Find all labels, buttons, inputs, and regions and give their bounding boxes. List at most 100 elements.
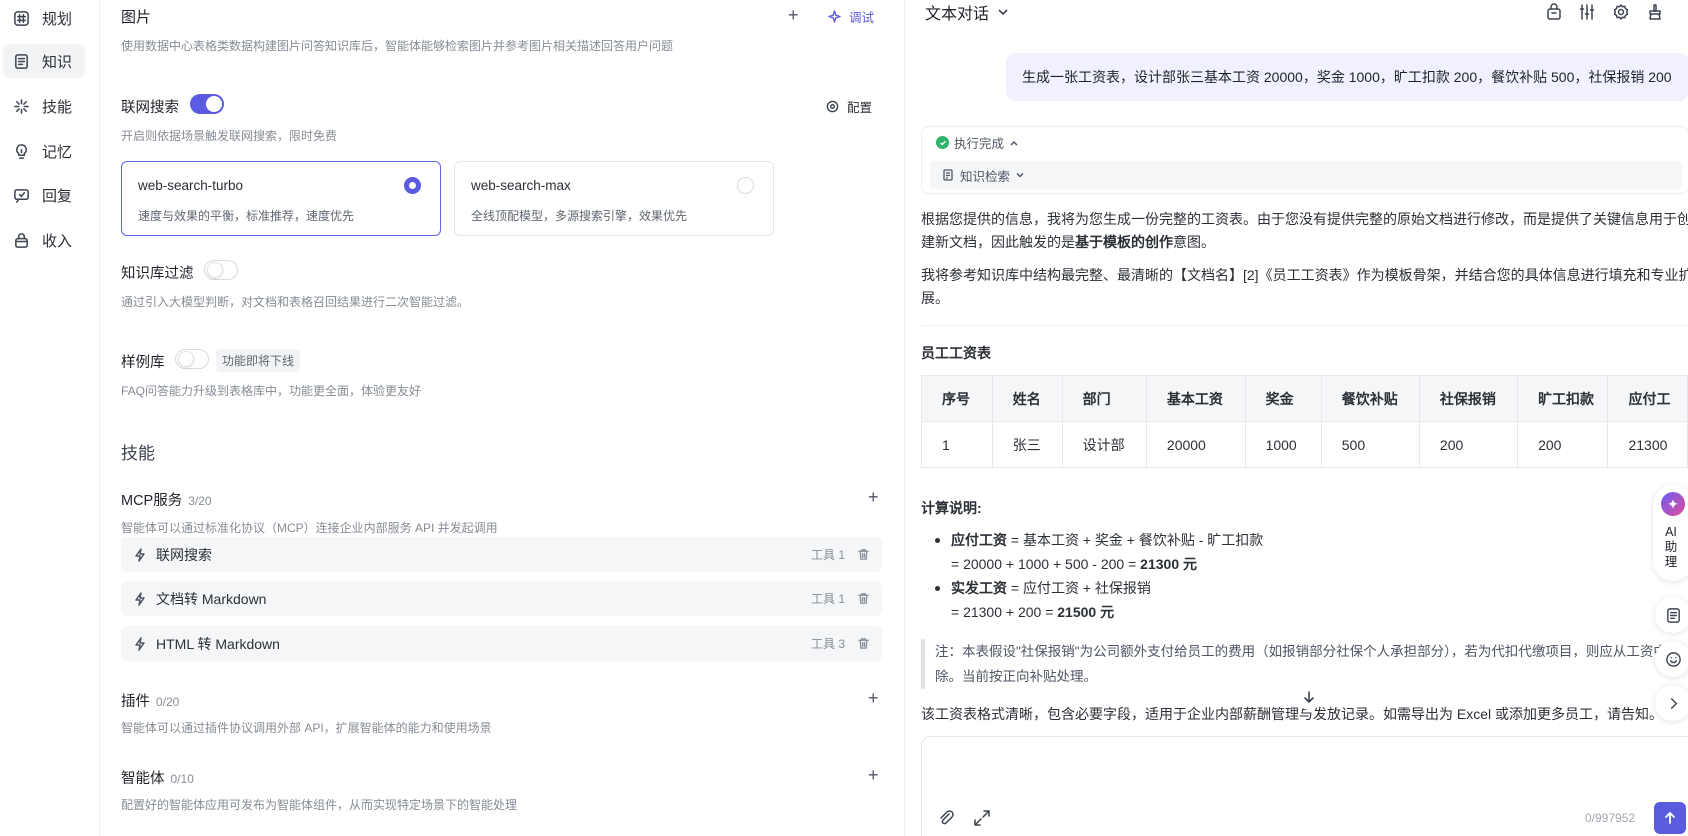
examples-toggle[interactable]: [175, 349, 209, 369]
plugins-count: 0/20: [156, 695, 180, 709]
calc-result: 21300 元: [1140, 556, 1197, 572]
knowledge-search-step[interactable]: 知识检索: [930, 161, 1682, 189]
table-title: 员工工资表: [921, 345, 991, 361]
table-header-cell: 旷工扣款: [1517, 375, 1609, 422]
add-mcp-button[interactable]: +: [868, 488, 879, 506]
expand-icon[interactable]: [973, 809, 991, 827]
list-item: 实发工资 = 应付工资 + 社保报销: [921, 576, 1263, 600]
mcp-tool-row[interactable]: 联网搜索 工具 1: [121, 537, 882, 572]
trash-icon[interactable]: [857, 592, 870, 605]
answer-bold-text: 基于模板的创作: [1075, 234, 1173, 250]
notes-tool-button[interactable]: [1655, 597, 1688, 633]
model-radio[interactable]: [404, 177, 421, 194]
table-cell: 200: [1418, 421, 1519, 468]
kb-filter-desc: 通过引入大模型判断，对文档和表格召回结果进行二次智能过滤。: [121, 295, 470, 309]
table-header-row: 序号 姓名 部门 基本工资 奖金 餐饮补贴 社保报销 旷工扣款 应付工: [921, 375, 1688, 422]
divider: [921, 325, 1688, 326]
knowledge-search-label: 知识检索: [960, 169, 1011, 184]
document-icon: [943, 169, 953, 181]
image-section-title: 图片: [121, 9, 152, 26]
mcp-tool-name: HTML 转 Markdown: [156, 635, 280, 652]
bolt-icon: [135, 636, 145, 651]
table-header-cell: 序号: [921, 375, 993, 422]
trash-icon[interactable]: [857, 637, 870, 650]
nav-item-income[interactable]: 收入: [3, 223, 85, 257]
nav-item-knowledge[interactable]: 知识: [3, 44, 85, 78]
smile-icon: [1665, 651, 1681, 667]
ai-assistant-button[interactable]: ✦ AI助理: [1653, 485, 1688, 581]
sliders-icon[interactable]: [1578, 3, 1596, 21]
add-image-button[interactable]: +: [788, 6, 799, 24]
kb-filter-toggle[interactable]: [204, 260, 238, 280]
mcp-title-text: MCP服务: [121, 493, 183, 509]
nav-item-label: 回复: [42, 187, 73, 205]
plugins-title: 插件 0/20: [121, 690, 179, 711]
list-item-sub: = 20000 + 1000 + 500 - 200 = 21300 元: [921, 552, 1263, 576]
web-search-config-button[interactable]: 配置: [826, 97, 872, 116]
hash-icon: [14, 10, 29, 26]
add-agent-button[interactable]: +: [868, 766, 879, 784]
add-plugin-button[interactable]: +: [868, 689, 879, 707]
chevron-down-icon: [998, 9, 1008, 16]
paperclip-icon[interactable]: [937, 809, 955, 827]
nav-item-memory[interactable]: 记忆: [3, 134, 85, 168]
char-counter: 0/997952: [1585, 811, 1636, 825]
table-cell: 200: [1517, 421, 1609, 468]
chat-mode-selector[interactable]: 文本对话: [925, 0, 1009, 24]
config-panel: [100, 0, 904, 836]
examples-desc: FAQ问答能力升级到表格库中，功能更全面，体验更友好: [121, 384, 422, 398]
table-cell: 21300: [1607, 421, 1688, 468]
nav-item-reply[interactable]: 回复: [3, 178, 85, 212]
collapse-tools-button[interactable]: [1655, 685, 1688, 721]
mcp-tool-name: 联网搜索: [156, 546, 212, 563]
sparkle-icon: [828, 10, 841, 23]
table-header-cell: 部门: [1061, 375, 1147, 422]
nav-item-label: 规划: [42, 10, 73, 28]
answer-text: 意图。: [1173, 234, 1215, 250]
model-card-web-search-max[interactable]: web-search-max 全线顶配模型，多源搜索引擎，效果优先: [454, 161, 774, 236]
table-cell: 张三: [991, 421, 1063, 468]
bolt-icon: [135, 591, 145, 606]
web-search-toggle[interactable]: [190, 94, 224, 114]
broom-icon[interactable]: [1646, 3, 1664, 21]
send-button[interactable]: [1654, 802, 1686, 834]
mcp-tool-row[interactable]: 文档转 Markdown 工具 1: [121, 581, 882, 616]
calc-expr: = 20000 + 1000 + 500 - 200 =: [951, 556, 1141, 572]
trash-icon[interactable]: [857, 548, 870, 561]
model-radio[interactable]: [737, 177, 754, 194]
mcp-count: 3/20: [188, 494, 212, 508]
nav-item-skills[interactable]: 技能: [3, 89, 85, 123]
gear-icon: [826, 100, 839, 113]
gear-icon[interactable]: [1612, 3, 1630, 21]
model-card-title: web-search-turbo: [138, 178, 244, 193]
note-blockquote: 注：本表假设"社保报销"为公司额外支付给员工的费用（如报销部分社保个人承担部分）…: [921, 639, 1688, 689]
chat-input[interactable]: 0/997952: [921, 736, 1688, 836]
model-card-web-search-turbo[interactable]: web-search-turbo 速度与效果的平衡，标准推荐，速度优先: [121, 161, 441, 236]
mcp-desc: 智能体可以通过标准化协议（MCP）连接企业内部服务 API 并发起调用: [121, 521, 498, 535]
kb-filter-title: 知识库过滤: [121, 266, 194, 282]
debug-button[interactable]: 调试: [828, 7, 874, 26]
answer-paragraph-intent: 根据您提供的信息，我将为您生成一份完整的工资表。由于您没有提供完整的原始文档进行…: [921, 208, 1688, 254]
execution-status-toggle[interactable]: 执行完成: [936, 133, 1019, 152]
chevron-right-icon: [1670, 697, 1677, 709]
table-header-cell: 基本工资: [1145, 375, 1246, 422]
reply-icon: [14, 188, 29, 203]
chevron-up-icon: [1010, 140, 1018, 146]
bulb-icon: [16, 143, 27, 159]
calc-term: 实发工资: [951, 580, 1007, 596]
table-cell: 20000: [1145, 421, 1246, 468]
scroll-down-button[interactable]: [1296, 684, 1322, 710]
emoji-tool-button[interactable]: [1655, 641, 1688, 677]
agents-title: 智能体 0/10: [121, 767, 194, 788]
calc-formula: = 基本工资 + 奖金 + 餐饮补贴 - 旷工扣款: [1007, 532, 1264, 548]
table-header-cell: 应付工: [1607, 375, 1688, 422]
mcp-tool-count: 工具 3: [810, 637, 845, 651]
sparkle-icon: [14, 98, 29, 114]
bag-icon[interactable]: [1545, 3, 1563, 21]
nav-item-plan[interactable]: 规划: [3, 1, 85, 35]
nav-item-label: 知识: [42, 53, 73, 71]
model-card-desc: 速度与效果的平衡，标准推荐，速度优先: [138, 209, 355, 223]
user-message: 生成一张工资表，设计部张三基本工资 20000，奖金 1000，旷工扣款 200…: [1006, 53, 1688, 101]
mcp-tool-row[interactable]: HTML 转 Markdown 工具 3: [121, 626, 882, 661]
calc-formula: = 应付工资 + 社保报销: [1007, 580, 1151, 596]
